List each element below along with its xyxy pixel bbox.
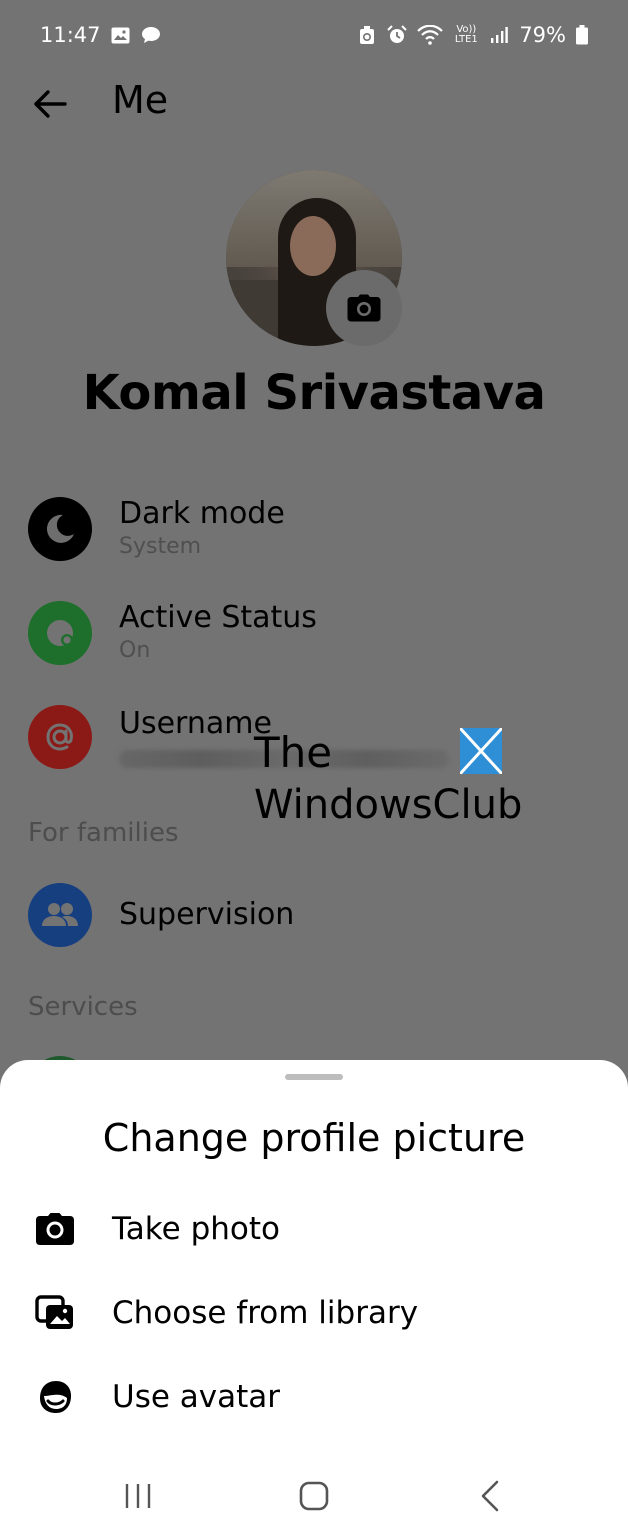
signal-icon [489,25,509,45]
active-status-icon [47,620,73,646]
volte-icon: Vo)) LTE1 [454,24,478,45]
at-sign-icon [46,723,73,751]
dark-mode-icon-circle [28,497,92,561]
gallery-icon [111,25,131,45]
option-use-avatar[interactable]: Use avatar [30,1362,600,1432]
option-choose-from-library[interactable]: Choose from library [30,1278,600,1348]
top-bar: Me [0,72,628,136]
windows-club-logo-icon [458,726,504,776]
option-use-avatar-label: Use avatar [112,1379,281,1415]
change-photo-badge[interactable] [326,270,402,346]
active-status-title: Active Status [119,600,317,635]
supervision-icon-circle [28,883,92,947]
system-nav-bar [0,1460,628,1530]
camera-icon [347,294,381,322]
active-status-text: Active Status On [119,600,317,666]
avatar-face-icon [30,1372,80,1422]
battery-percent: 79% [519,23,566,47]
supervision-title: Supervision [119,897,295,932]
supervision-text: Supervision [119,897,294,933]
home-button[interactable] [290,1476,338,1516]
recent-apps-button[interactable] [114,1476,162,1516]
username-icon-circle [28,705,92,769]
watermark-line1: The [254,728,333,777]
clock: 11:47 [40,23,101,47]
dark-mode-value: System [119,534,202,559]
sheet-title: Change profile picture [102,1116,526,1160]
active-status-icon-circle [28,601,92,665]
status-bar: 11:47 Vo)) LTE1 79% [0,0,628,70]
settings-row-active-status[interactable]: Active Status On [28,588,608,678]
photo-library-icon [30,1288,80,1338]
watermark-line2: WindowsClub [254,782,523,828]
arrow-left-icon [34,90,67,118]
back-button[interactable] [30,84,70,124]
profile-name: Komal Srivastava [82,365,546,421]
home-icon [299,1481,329,1511]
settings-row-dark-mode[interactable]: Dark mode System [28,484,608,574]
option-take-photo[interactable]: Take photo [30,1194,600,1264]
moon-icon [46,514,74,543]
option-take-photo-label: Take photo [112,1211,280,1247]
dark-mode-title: Dark mode [119,496,285,531]
battery-icon [576,25,588,45]
recycle-icon [357,25,377,45]
back-chevron-icon [481,1480,499,1512]
alarm-icon [387,25,408,45]
back-nav-button[interactable] [466,1476,514,1516]
people-icon [42,903,78,926]
profile-avatar-container [226,170,402,346]
option-choose-from-library-label: Choose from library [112,1295,419,1331]
section-header-families: For families [28,818,179,848]
settings-row-supervision[interactable]: Supervision [28,870,608,960]
section-header-services: Services [28,992,138,1022]
status-right: Vo)) LTE1 79% [357,23,588,47]
chat-bubble-icon [141,25,161,45]
dark-mode-text: Dark mode System [119,496,285,562]
active-status-value: On [119,638,151,663]
recent-apps-icon [125,1484,151,1508]
page-title: Me [112,78,169,122]
sheet-drag-handle[interactable] [285,1074,343,1080]
status-left: 11:47 [40,23,161,47]
camera-icon [30,1204,80,1254]
wifi-icon [417,25,444,45]
watermark: The WindowsClub [254,726,522,838]
